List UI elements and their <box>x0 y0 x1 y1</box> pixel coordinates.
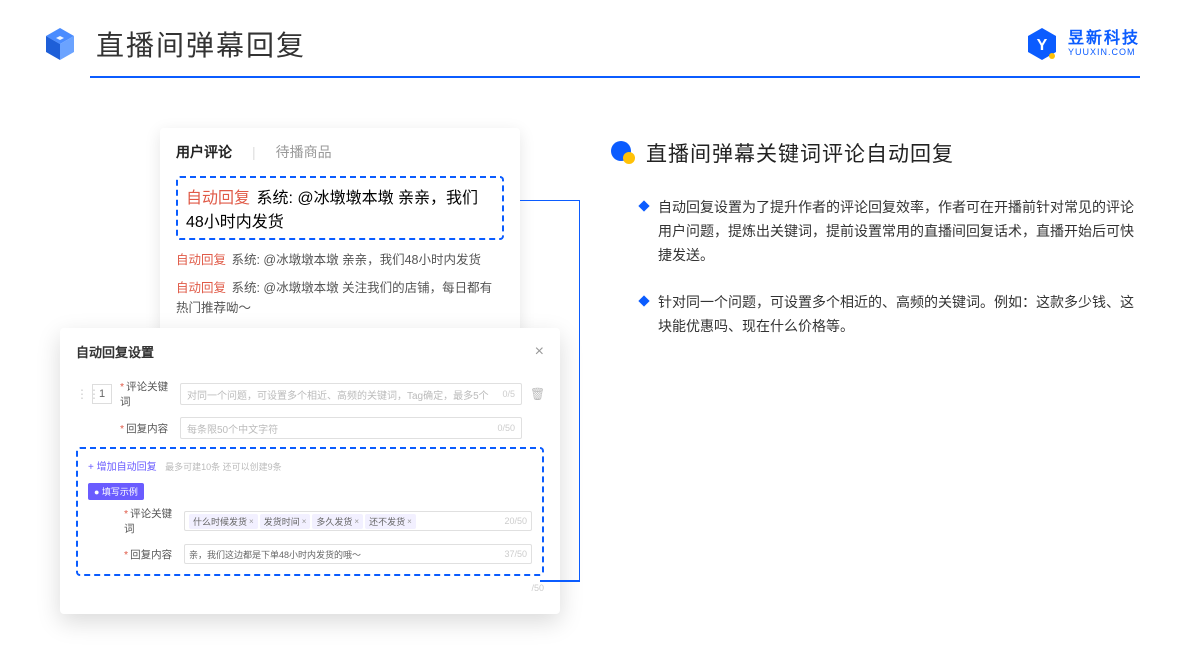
brand-name: 昱新科技 <box>1068 30 1140 48</box>
screenshot-column: 用户评论 | 待播商品 自动回复 系统: @冰墩墩本墩 亲亲，我们48小时内发货… <box>60 128 560 363</box>
keyword-tag[interactable]: 什么时候发货× <box>189 514 258 529</box>
highlighted-comment: 自动回复 系统: @冰墩墩本墩 亲亲，我们48小时内发货 <box>176 176 504 240</box>
example-badge: ● 填写示例 <box>88 483 144 500</box>
example-reply-input[interactable]: 亲，我们这边都是下单48小时内发货的哦～ 37/50 <box>184 544 532 564</box>
auto-reply-settings-modal: 自动回复设置 × ⋮⋮ 1 *评论关键词 对同一个问题，可设置多个相近、高频的关… <box>60 328 560 614</box>
description-column: 直播间弹幕关键词评论自动回复 自动回复设置为了提升作者的评论回复效率，作者可在开… <box>610 128 1140 363</box>
bullet-item: 自动回复设置为了提升作者的评论回复效率，作者可在开播前针对常见的评论用户问题，提… <box>610 196 1140 267</box>
page-title: 直播间弹幕回复 <box>96 24 306 64</box>
add-hint: 最多可建10条 还可以创建9条 <box>165 462 282 472</box>
keyword-tag[interactable]: 发货时间× <box>260 514 311 529</box>
connector-line <box>520 200 580 580</box>
auto-reply-tag: 自动回复 <box>186 190 250 207</box>
reply-input[interactable]: 每条限50个中文字符 0/50 <box>180 417 522 439</box>
comments-panel: 用户评论 | 待播商品 自动回复 系统: @冰墩墩本墩 亲亲，我们48小时内发货… <box>160 128 520 354</box>
ex-reply-label: *回复内容 <box>124 547 176 562</box>
comment-item: 自动回复 系统: @冰墩墩本墩 关注我们的店铺，每日都有热门推荐呦～ <box>176 278 504 318</box>
keyword-label: *评论关键词 <box>120 379 172 409</box>
keyword-tag[interactable]: 还不发货× <box>365 514 416 529</box>
keyword-tag[interactable]: 多久发货× <box>312 514 363 529</box>
reply-content-row: ⋮⋮ *回复内容 每条限50个中文字符 0/50 🗑 <box>76 417 544 439</box>
example-keyword-row: *评论关键词 什么时候发货×发货时间×多久发货×还不发货× 20/50 <box>88 506 532 536</box>
keyword-input[interactable]: 对同一个问题，可设置多个相近、高频的关键词，Tag确定，最多5个 0/5 <box>180 383 522 405</box>
bullet-item: 针对同一个问题，可设置多个相近的、高频的关键词。例如：这款多少钱、这块能优惠吗、… <box>610 291 1140 339</box>
connector-line-bottom <box>540 580 580 582</box>
diamond-bullet-icon <box>638 200 649 211</box>
auto-reply-tag: 自动回复 <box>176 281 226 295</box>
section-title: 直播间弹幕关键词评论自动回复 <box>646 138 954 168</box>
ex-keyword-label: *评论关键词 <box>124 506 176 536</box>
keyword-row: ⋮⋮ 1 *评论关键词 对同一个问题，可设置多个相近、高频的关键词，Tag确定，… <box>76 379 544 409</box>
chat-bubble-icon <box>610 140 636 166</box>
tab-pending-goods[interactable]: 待播商品 <box>276 142 332 162</box>
diamond-bullet-icon <box>638 296 649 307</box>
example-keyword-input[interactable]: 什么时候发货×发货时间×多久发货×还不发货× 20/50 <box>184 511 532 531</box>
page-header: 直播间弹幕回复 Y 昱新科技 YUUXIN.COM <box>0 0 1180 76</box>
tab-separator: | <box>252 144 256 160</box>
brand-logo: Y 昱新科技 YUUXIN.COM <box>1024 26 1140 62</box>
bullet-text: 自动回复设置为了提升作者的评论回复效率，作者可在开播前针对常见的评论用户问题，提… <box>658 196 1140 267</box>
bullet-text: 针对同一个问题，可设置多个相近的、高频的关键词。例如：这款多少钱、这块能优惠吗、… <box>658 291 1140 339</box>
modal-title: 自动回复设置 <box>76 342 154 361</box>
reply-label: *回复内容 <box>120 421 172 436</box>
comment-text: 系统: @冰墩墩本墩 亲亲，我们48小时内发货 <box>228 253 481 267</box>
drag-handle-icon[interactable]: ⋮⋮ <box>76 387 84 401</box>
example-reply-row: *回复内容 亲，我们这边都是下单48小时内发货的哦～ 37/50 <box>88 544 532 564</box>
section-heading: 直播间弹幕关键词评论自动回复 <box>610 138 1140 168</box>
auto-reply-tag: 自动回复 <box>176 253 226 267</box>
tab-user-comments[interactable]: 用户评论 <box>176 142 232 162</box>
outer-count: /50 <box>531 583 544 593</box>
svg-text:Y: Y <box>1037 37 1048 54</box>
tabs: 用户评论 | 待播商品 <box>176 142 504 162</box>
brand-sub: YUUXIN.COM <box>1068 48 1140 58</box>
comment-item: 自动回复 系统: @冰墩墩本墩 亲亲，我们48小时内发货 <box>176 250 504 270</box>
add-auto-reply-link[interactable]: + 增加自动回复 <box>88 462 157 473</box>
cube-icon <box>40 24 80 64</box>
brand-icon: Y <box>1024 26 1060 62</box>
order-number: 1 <box>92 384 112 404</box>
example-block-highlight: + 增加自动回复 最多可建10条 还可以创建9条 ● 填写示例 *评论关键词 什… <box>76 447 544 576</box>
